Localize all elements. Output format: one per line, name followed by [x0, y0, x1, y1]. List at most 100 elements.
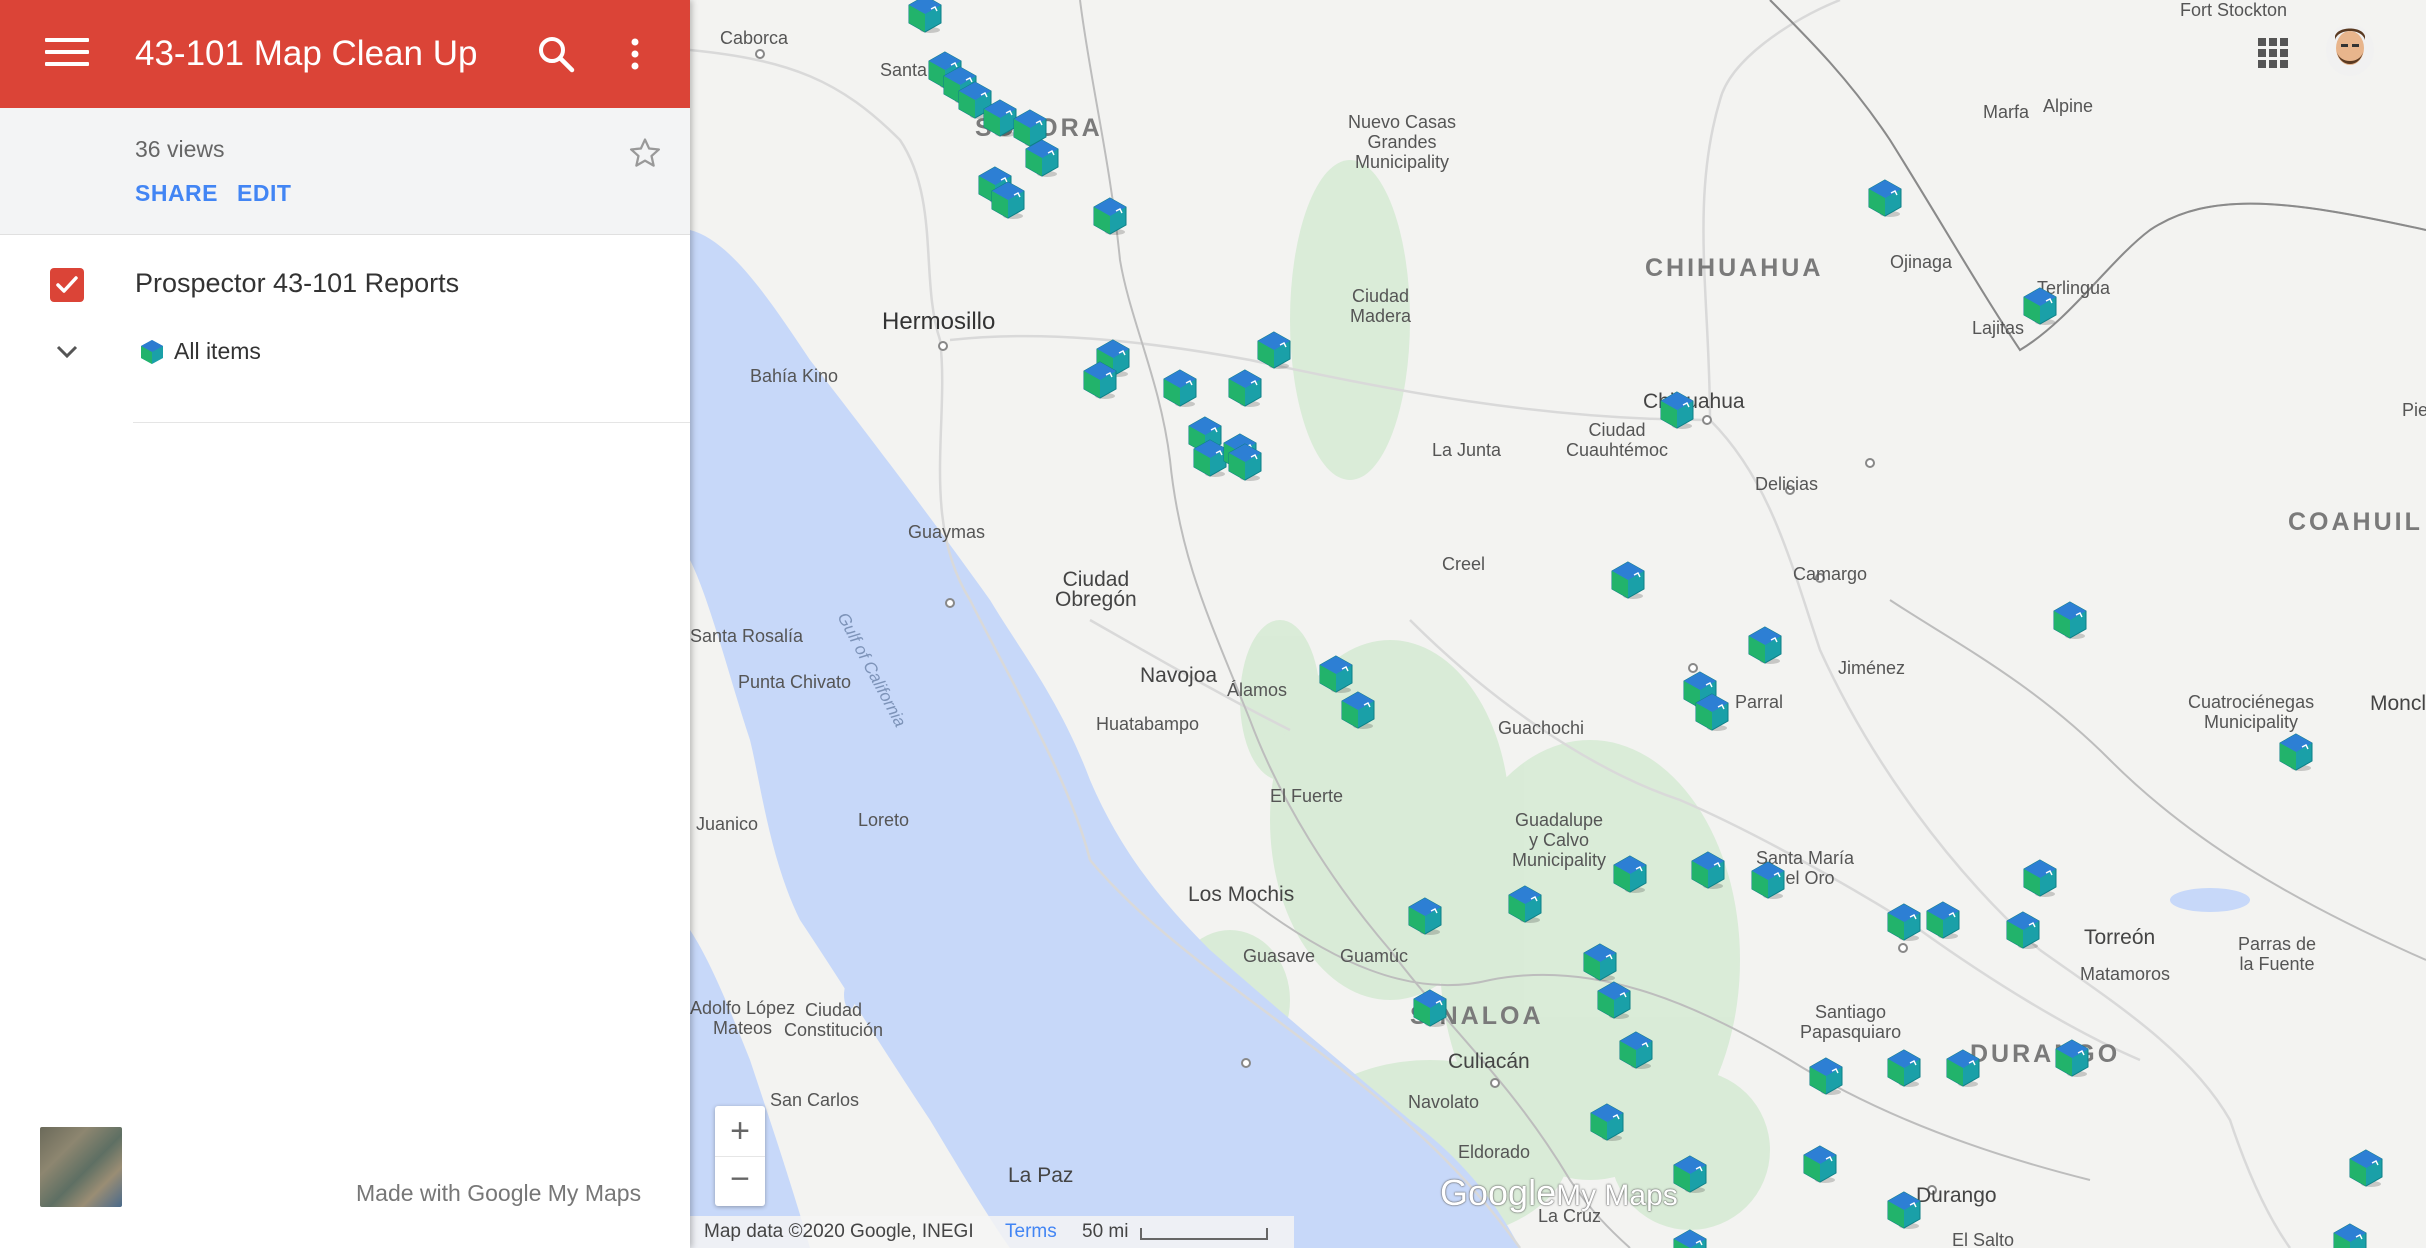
report-marker-icon[interactable] — [2049, 599, 2091, 641]
map-label-caborca: Caborca — [720, 28, 789, 48]
report-marker-icon[interactable] — [2002, 909, 2044, 951]
report-marker-icon[interactable] — [2019, 857, 2061, 899]
google-my-maps-logo: GoogleMy Maps — [1440, 1172, 1678, 1214]
report-marker-icon[interactable] — [1669, 1227, 1711, 1248]
report-marker-icon[interactable] — [1593, 979, 1635, 1021]
map-label-torreon: Torreón — [2084, 926, 2156, 949]
search-icon[interactable] — [536, 34, 576, 74]
report-marker-icon[interactable] — [1864, 177, 1906, 219]
map-data-attribution: Map data ©2020 Google, INEGI — [704, 1221, 974, 1242]
more-vert-icon[interactable] — [620, 34, 650, 74]
report-marker-icon[interactable] — [1159, 367, 1201, 409]
report-marker-icon[interactable] — [1922, 899, 1964, 941]
map-label-juanico: Juanico — [696, 814, 759, 834]
map-label-durango-city: Durango — [1916, 1184, 1997, 1207]
map-label-fort-stockton: Fort Stockton — [2180, 0, 2288, 20]
report-marker-icon[interactable] — [1799, 1143, 1841, 1185]
report-marker-icon[interactable] — [1586, 1101, 1628, 1143]
map-label-durango-state: DURANGO — [1970, 1040, 2121, 1068]
report-marker-icon[interactable] — [1021, 137, 1063, 179]
report-marker-icon[interactable] — [1579, 941, 1621, 983]
report-marker-icon[interactable] — [987, 179, 1029, 221]
map-label-la-junta: La Junta — [1432, 440, 1502, 460]
zoom-in-button[interactable]: + — [715, 1106, 765, 1157]
check-icon — [56, 276, 78, 293]
report-marker-icon[interactable] — [1805, 1055, 1847, 1097]
report-marker-icon[interactable] — [2329, 1221, 2371, 1248]
report-marker-icon[interactable] — [1253, 329, 1295, 371]
map-label-matamoros: Matamoros — [2080, 964, 2171, 984]
report-marker-icon[interactable] — [1883, 1189, 1925, 1231]
view-count: 36 views — [135, 136, 225, 162]
apps-grid-icon[interactable] — [2256, 36, 2290, 70]
scale-label[interactable]: 50 mi — [1082, 1216, 1128, 1248]
basemap — [690, 0, 2426, 1248]
map-label-delicias: Delicias — [1755, 474, 1819, 494]
report-marker-icon[interactable] — [2345, 1147, 2387, 1189]
report-marker-icon[interactable] — [1224, 441, 1266, 483]
report-marker-icon[interactable] — [1744, 624, 1786, 666]
map-label-jimenez: Jiménez — [1838, 658, 1906, 678]
map-label-ciudad-madera: Ciudad Madera — [1350, 286, 1412, 326]
report-marker-icon[interactable] — [1089, 195, 1131, 237]
map-label-coahuila: COAHUIL — [2288, 508, 2423, 536]
map-label-culiacan: Culiacán — [1448, 1050, 1530, 1073]
report-marker-icon[interactable] — [1656, 389, 1698, 431]
report-marker-icon[interactable] — [1942, 1047, 1984, 1089]
all-items-label[interactable]: All items — [174, 338, 261, 365]
report-marker-icon[interactable] — [904, 0, 946, 35]
map-label-navojoa: Navojoa — [1140, 664, 1218, 687]
map-label-adolfo-lopez-mateos: Adolfo López Mateos — [690, 998, 796, 1038]
map-label-ojinaga: Ojinaga — [1890, 252, 1953, 272]
map-attribution-bar: Map data ©2020 Google, INEGI Terms 50 mi — [690, 1216, 1294, 1248]
divider — [133, 422, 690, 423]
report-marker-icon[interactable] — [1504, 883, 1546, 925]
map-label-loreto: Loreto — [858, 810, 910, 830]
edit-button[interactable]: EDIT — [237, 180, 291, 207]
layer-name[interactable]: Prospector 43-101 Reports — [135, 268, 459, 299]
map-label-hermosillo: Hermosillo — [882, 308, 996, 335]
terms-link[interactable]: Terms — [1005, 1216, 1057, 1248]
map-label-marfa: Marfa — [1983, 102, 2030, 122]
report-marker-icon[interactable] — [1404, 895, 1446, 937]
report-marker-icon[interactable] — [1747, 859, 1789, 901]
star-outline-icon[interactable] — [628, 136, 662, 170]
user-avatar[interactable] — [2326, 24, 2374, 76]
report-marker-icon[interactable] — [1883, 901, 1925, 943]
map-info-bar: 36 views SHARE EDIT — [0, 108, 690, 235]
report-marker-icon[interactable] — [1609, 853, 1651, 895]
report-marker-icon[interactable] — [1409, 987, 1451, 1029]
layer-visibility-checkbox[interactable] — [50, 268, 84, 302]
map-label-santa-rosalia: Santa Rosalía — [690, 626, 804, 646]
map-label-el-fuerte: El Fuerte — [1270, 786, 1344, 806]
report-marker-icon[interactable] — [1337, 689, 1379, 731]
map-label-san-carlos: San Carlos — [770, 1090, 860, 1110]
map-label-cuatrocienegas: Cuatrociénegas Municipality — [2188, 692, 2315, 732]
menu-icon[interactable] — [45, 38, 89, 70]
made-with-text: Made with Google My Maps — [356, 1180, 642, 1206]
report-marker-icon[interactable] — [1883, 1047, 1925, 1089]
map-canvas[interactable]: Caborca Santa Ana SONORA Nuevo Casas Gra… — [690, 0, 2426, 1248]
report-marker-icon[interactable] — [1224, 367, 1266, 409]
report-marker-icon[interactable] — [1607, 559, 1649, 601]
map-label-chihuahua-state: CHIHUAHUA — [1645, 254, 1824, 282]
report-marker-icon[interactable] — [2051, 1037, 2093, 1079]
map-label-guaymas: Guaymas — [908, 522, 986, 542]
map-label-nuevo-casas-grandes: Nuevo Casas Grandes Municipality — [1348, 112, 1457, 172]
report-marker-icon[interactable] — [1615, 1029, 1657, 1071]
report-marker-icon[interactable] — [2275, 731, 2317, 773]
side-panel: 43-101 Map Clean Up 36 views SHARE EDIT … — [0, 0, 690, 1248]
report-marker-icon[interactable] — [1687, 849, 1729, 891]
report-marker-icon[interactable] — [1691, 691, 1733, 733]
zoom-out-button[interactable]: − — [715, 1156, 765, 1206]
map-label-guasave: Guasave — [1243, 946, 1316, 966]
map-label-ciudad-constitucion: Ciudad Constitución — [784, 1000, 884, 1040]
marker-style-icon[interactable] — [138, 338, 166, 366]
share-button[interactable]: SHARE — [135, 180, 218, 207]
report-marker-icon[interactable] — [1079, 359, 1121, 401]
basemap-thumbnail[interactable] — [40, 1127, 122, 1207]
map-label-ciudad-cuauhtemoc: Ciudad Cuauhtémoc — [1566, 420, 1669, 460]
report-marker-icon[interactable] — [2019, 285, 2061, 327]
panel-header: 43-101 Map Clean Up — [0, 0, 690, 108]
chevron-down-icon[interactable] — [52, 340, 82, 364]
